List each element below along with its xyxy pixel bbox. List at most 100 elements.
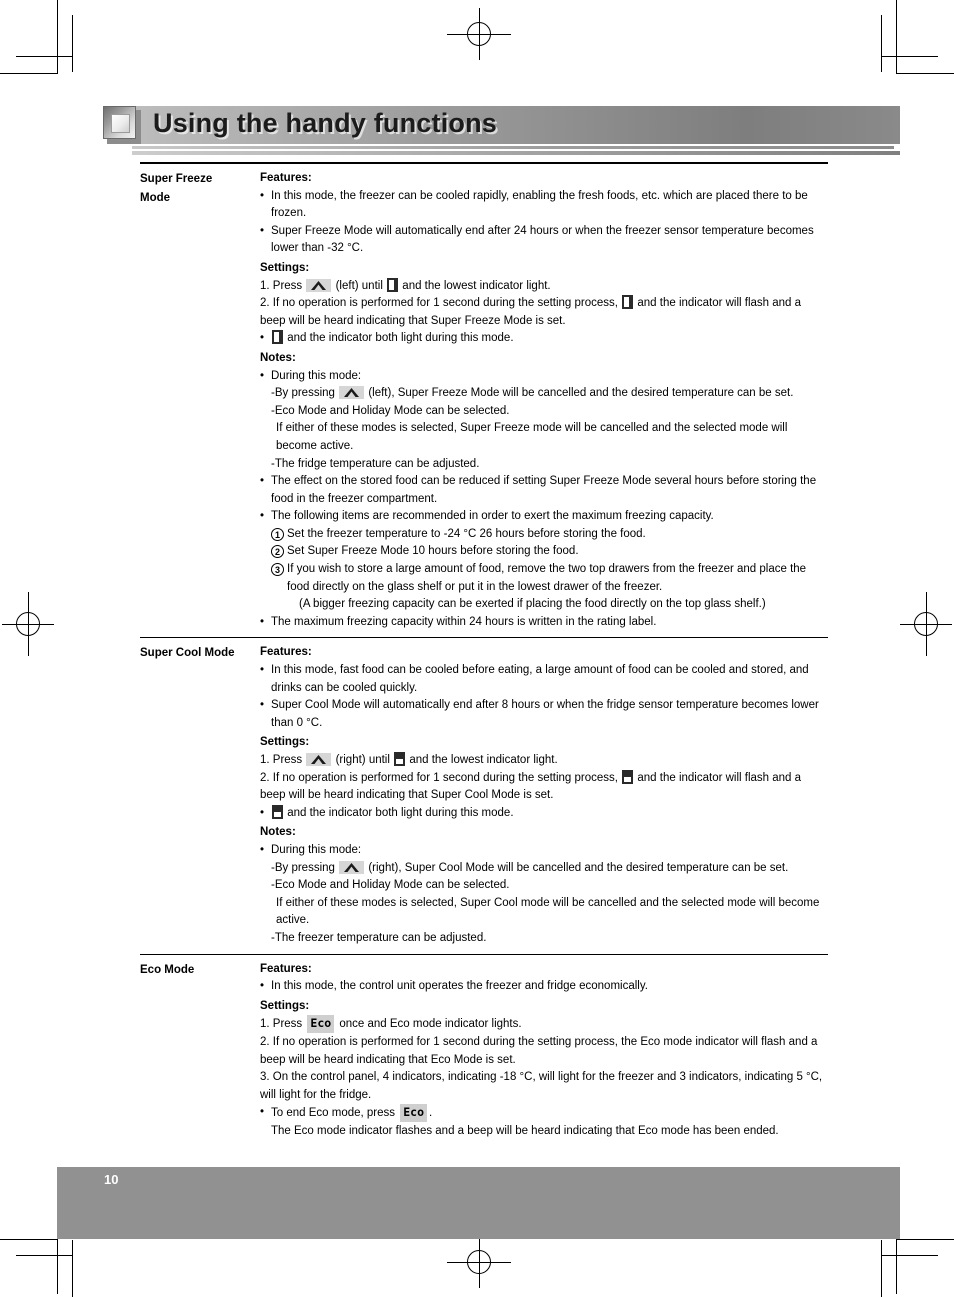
bullet-marker: • xyxy=(260,980,265,993)
settings-step-1-part-c: and the lowest indicator light. xyxy=(409,754,558,766)
bullet-marker: • xyxy=(260,664,265,677)
list-item-text: In this mode, the freezer can be cooled … xyxy=(271,189,808,220)
list-item: • During this mode: xyxy=(260,368,828,386)
title-bar-rule-lower xyxy=(132,151,900,155)
list-item-text: Super Cool Mode will automatically end a… xyxy=(271,699,819,729)
features-heading: Features: xyxy=(260,962,312,975)
bullet-marker: • xyxy=(260,369,265,382)
bullet-marker: • xyxy=(260,224,265,237)
fridge-indicator-icon xyxy=(622,769,634,784)
circled-number: 1 xyxy=(271,526,287,544)
list-item: • The effect on the stored food can be r… xyxy=(260,473,828,508)
settings-heading: Settings: xyxy=(260,261,310,274)
note-sub-item: If either of these modes is selected, Su… xyxy=(276,422,788,452)
settings-step-1-part-b: (right) until xyxy=(335,754,390,766)
settings-step-2: 2. If no operation is performed for 1 se… xyxy=(260,295,828,330)
settings-step-1-part-a: 1. Press xyxy=(260,1018,303,1031)
note-press-part-a: -By pressing xyxy=(271,387,335,400)
circled-number: 3 xyxy=(271,561,287,579)
table-row: Super Freeze Mode Features: • In this mo… xyxy=(140,164,828,637)
list-item: • In this mode, fast food can be cooled … xyxy=(260,662,828,697)
settings-bullet-text: and the indicator both light during this… xyxy=(287,332,514,345)
circled-number: 2 xyxy=(271,543,287,561)
settings-step-2-part-a: 2. If no operation is performed for 1 se… xyxy=(260,297,618,310)
note-sub-item: -Eco Mode and Holiday Mode can be select… xyxy=(271,404,510,417)
row-label-line: Super Freeze xyxy=(140,173,213,185)
list-item-text: During this mode: xyxy=(271,843,362,856)
table-row: Eco Mode Features: • In this mode, the c… xyxy=(140,955,828,1147)
numbered-item-text: Set the freezer temperature to -24 °C 26… xyxy=(287,527,646,540)
bullet-marker: • xyxy=(260,510,265,523)
settings-step-1-part-a: 1. Press xyxy=(260,279,303,292)
features-heading: Features: xyxy=(260,646,312,659)
list-item: • In this mode, the freezer can be coole… xyxy=(260,188,828,223)
beveled-square-icon xyxy=(103,106,136,139)
note-sub-item: -By pressing (left), Super Freeze Mode w… xyxy=(260,385,828,403)
note-sub-item: -Eco Mode and Holiday Mode can be select… xyxy=(271,879,510,892)
row-label-eco: Eco Mode xyxy=(140,955,260,980)
circled-number-glyph: 2 xyxy=(271,545,284,559)
row-label-line: Super Cool Mode xyxy=(140,647,235,660)
list-item: • Super Cool Mode will automatically end… xyxy=(260,697,828,732)
numbered-item-text: Set Super Freeze Mode 10 hours before st… xyxy=(287,545,579,558)
footer-band xyxy=(57,1167,900,1239)
settings-step-2: 2. If no operation is performed for 1 se… xyxy=(260,769,828,805)
settings-step-1: 1. Press (left) until and the lowest ind… xyxy=(260,277,828,296)
settings-heading: Settings: xyxy=(260,736,310,749)
row-label-line: Mode xyxy=(140,192,171,204)
list-item-text: The effect on the stored food can be red… xyxy=(271,475,817,505)
bullet-marker: • xyxy=(260,699,265,712)
section-title-bar: Using the handy functions xyxy=(103,106,900,156)
end-eco-part-a: To end Eco mode, press xyxy=(271,1107,396,1120)
functions-table: Super Freeze Mode Features: • In this mo… xyxy=(140,162,828,1146)
note-sub-item: -By pressing (right), Super Cool Mode wi… xyxy=(260,860,828,878)
settings-bullet-text: and the indicator both light during this… xyxy=(287,806,514,819)
end-eco-part-b: . xyxy=(429,1107,433,1120)
bullet-marker: • xyxy=(260,332,265,345)
eco-button-icon: Eco xyxy=(400,1104,427,1122)
list-item-text: The maximum freezing capacity within 24 … xyxy=(271,615,657,628)
bullet-marker: • xyxy=(260,843,265,856)
notes-heading: Notes: xyxy=(260,351,296,364)
settings-step-1-part-b: (left) until xyxy=(335,279,383,292)
list-item-text: Super Freeze Mode will automatically end… xyxy=(271,224,814,255)
freezer-indicator-icon xyxy=(272,330,283,345)
note-sub-item: -The fridge temperature can be adjusted. xyxy=(271,457,480,470)
settings-step-1: 1. Press (right) until and the lowest in… xyxy=(260,752,828,770)
note-press-part-a: -By pressing xyxy=(271,861,335,874)
list-item: • and the indicator both light during th… xyxy=(260,804,828,823)
up-arrow-button-icon xyxy=(339,860,365,874)
list-item-text: During this mode: xyxy=(271,369,362,382)
list-item-text: In this mode, the control unit operates … xyxy=(271,980,648,993)
settings-step-2-text: 2. If no operation is performed for 1 se… xyxy=(260,1035,818,1066)
settings-step-1: 1. Press Eco once and Eco mode indicator… xyxy=(260,1015,828,1034)
up-arrow-button-icon xyxy=(306,278,332,292)
row-body-super-freeze: Features: • In this mode, the freezer ca… xyxy=(260,164,828,637)
table-row: Super Cool Mode Features: • In this mode… xyxy=(140,638,828,953)
bullet-marker: • xyxy=(260,615,265,628)
row-label-line: Eco Mode xyxy=(140,963,195,976)
row-body-eco: Features: • In this mode, the control un… xyxy=(260,955,828,1147)
settings-step-2-text: 2. If no operation is performed for 1 se… xyxy=(260,295,828,330)
features-heading: Features: xyxy=(260,172,312,184)
notes-heading: Notes: xyxy=(260,826,296,839)
numbered-item-text: If you wish to store a large amount of f… xyxy=(287,563,807,593)
up-arrow-button-icon xyxy=(306,753,332,766)
fridge-indicator-icon xyxy=(394,752,406,766)
list-item: • During this mode: xyxy=(260,842,828,860)
numbered-item: 2 Set Super Freeze Mode 10 hours before … xyxy=(260,543,828,561)
numbered-item-note: (A bigger freezing capacity can be exert… xyxy=(299,598,766,611)
page-content: Using the handy functions Super Freeze M… xyxy=(0,0,954,1294)
list-item-text: and the indicator both light during this… xyxy=(271,330,828,348)
settings-step-2-part-a: 2. If no operation is performed for 1 se… xyxy=(260,771,618,784)
settings-step-3: 3. On the control panel, 4 indicators, i… xyxy=(260,1069,828,1104)
list-item: • The following items are recommended in… xyxy=(260,508,828,526)
row-body-super-cool: Features: • In this mode, fast food can … xyxy=(260,638,828,953)
note-press-part-b: (right), Super Cool Mode will be cancell… xyxy=(368,861,789,874)
numbered-item: 1 Set the freezer temperature to -24 °C … xyxy=(260,526,828,544)
fridge-indicator-icon xyxy=(272,804,283,819)
up-arrow-button-icon xyxy=(339,386,365,400)
list-item: • and the indicator both light during th… xyxy=(260,330,828,348)
note-sub-item: If either of these modes is selected, Su… xyxy=(276,896,820,927)
freezer-indicator-icon xyxy=(387,277,399,292)
